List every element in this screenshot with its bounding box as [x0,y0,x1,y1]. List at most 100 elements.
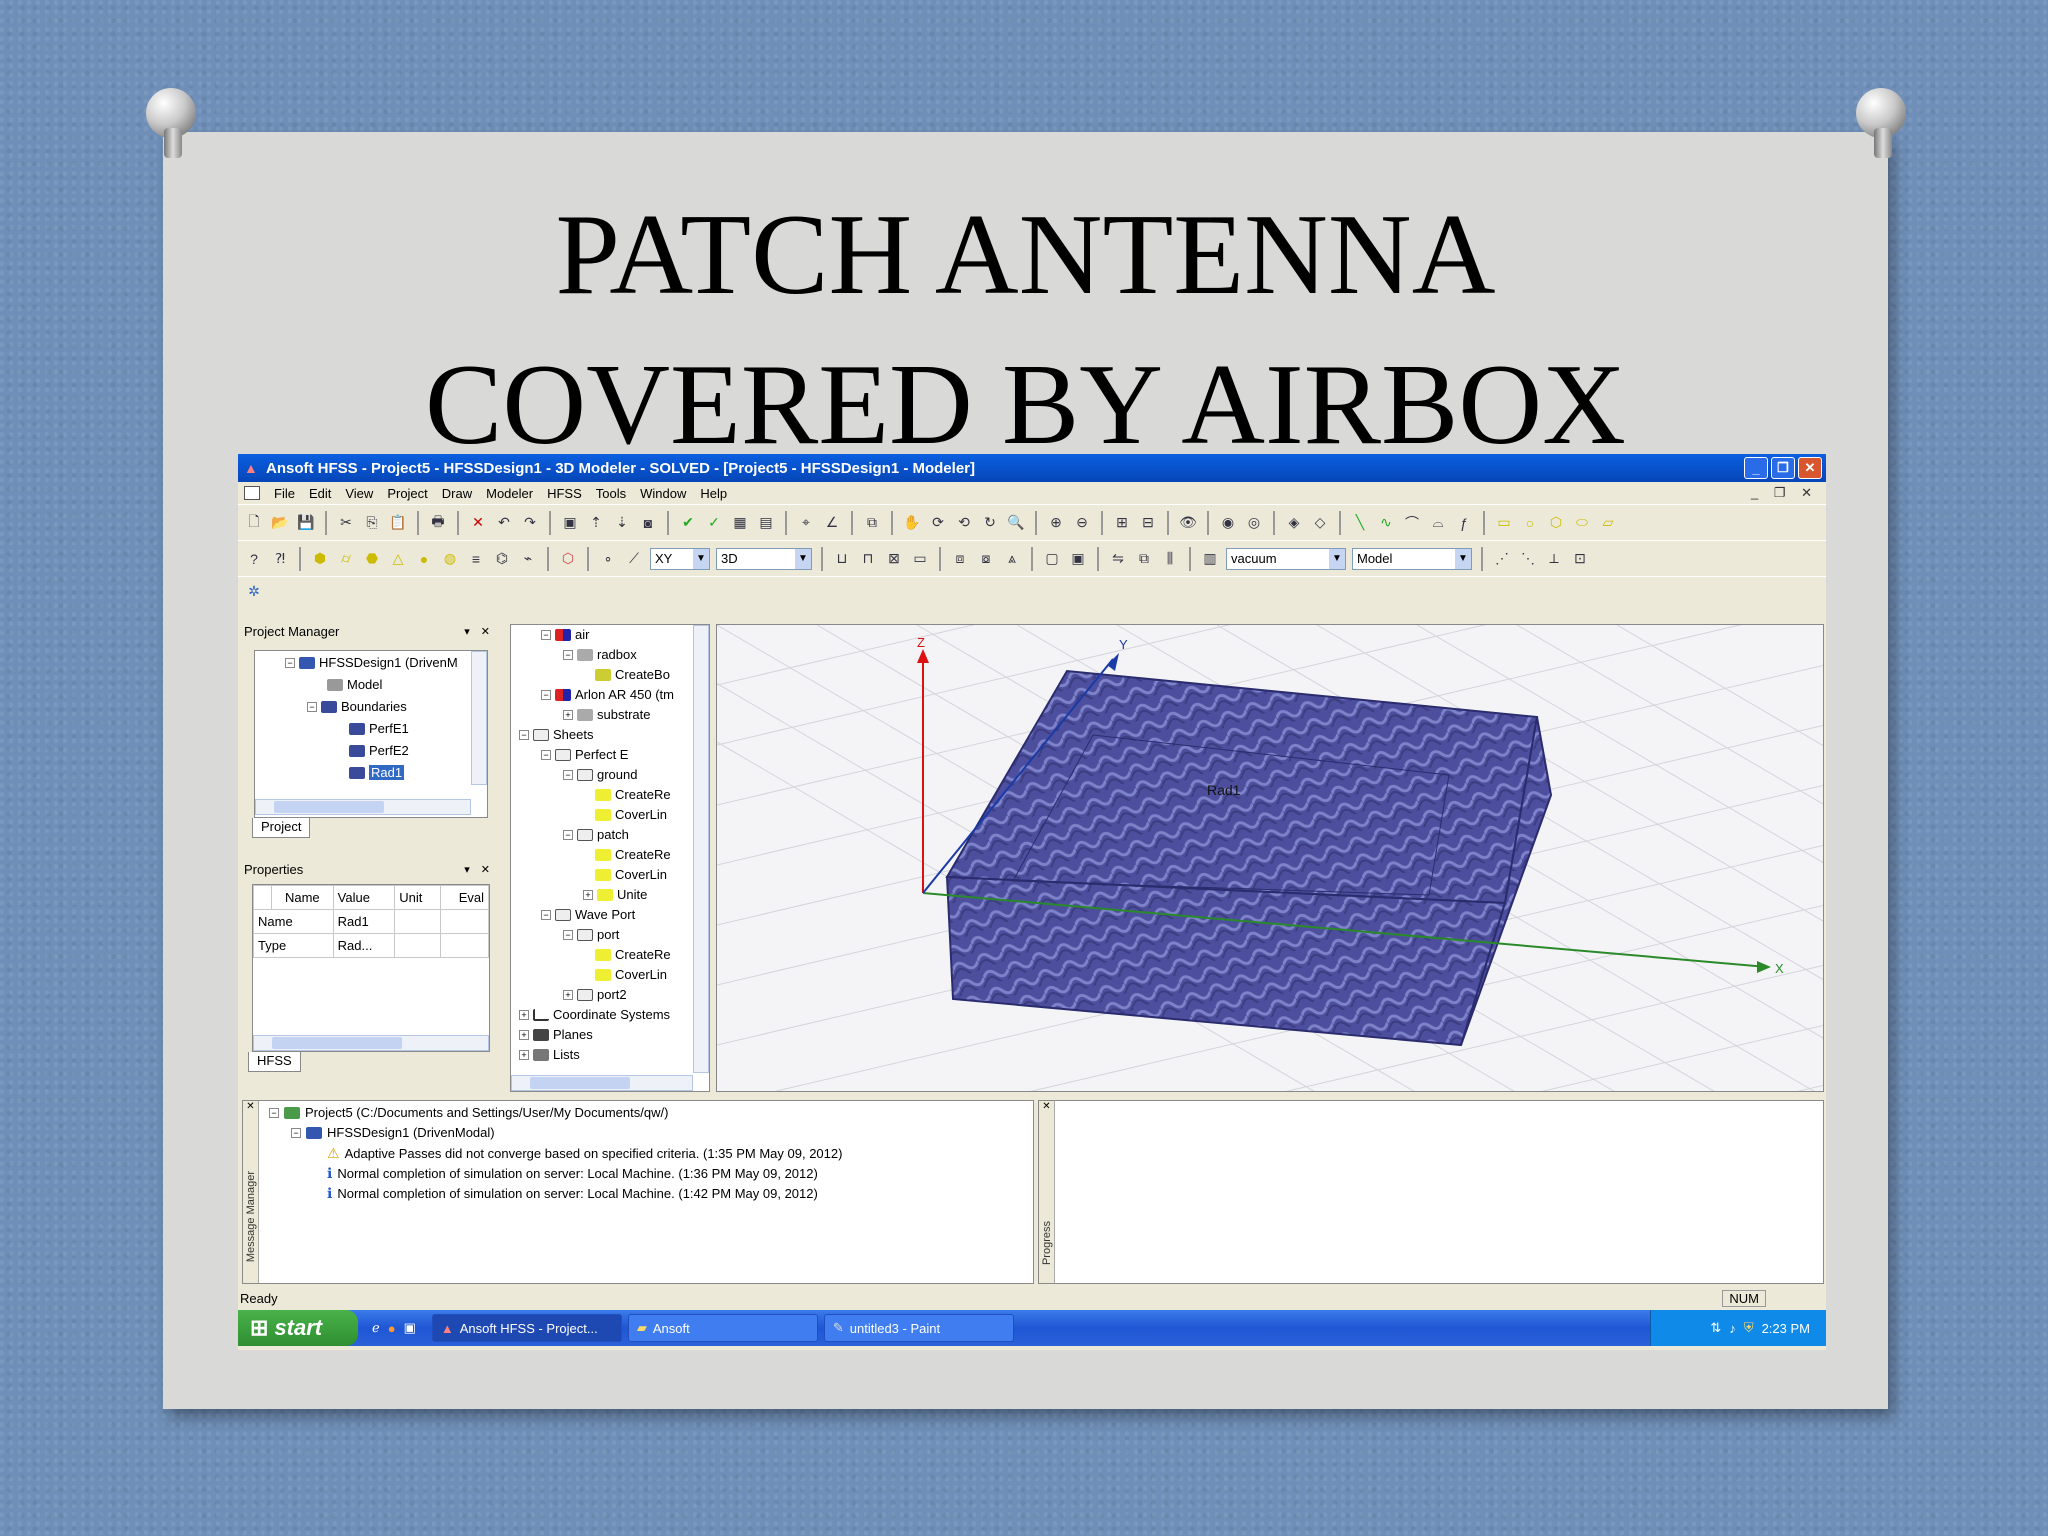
cover-lines-icon[interactable]: ▢ [1042,549,1062,569]
arc-2-icon[interactable]: ⌓ [1428,513,1448,533]
task-hfss[interactable]: ▲ Ansoft HFSS - Project... [431,1314,622,1342]
line-icon[interactable]: ╲ [1350,513,1370,533]
results-icon[interactable]: ▦ [730,513,750,533]
menu-draw[interactable]: Draw [442,486,472,501]
cylinder-icon[interactable]: ⌭ [336,549,356,569]
view-icon[interactable]: 👁 [1178,513,1198,533]
menu-hfss[interactable]: HFSS [547,486,582,501]
model-select[interactable]: Model ▼ [1352,547,1472,570]
maximize-button[interactable]: ❐ [1771,457,1795,479]
tree-item-design[interactable]: − HFSSDesign1 (DrivenM [285,655,458,670]
tree-item-lists[interactable]: + Lists [519,1047,580,1062]
sweep-icon[interactable]: ⧈ [950,549,970,569]
subtract-icon[interactable]: ⊓ [858,549,878,569]
thicken-icon[interactable]: ⩓ [1002,549,1022,569]
measure-icon[interactable]: ⌖ [796,513,816,533]
tree-item-model[interactable]: Model [327,677,382,692]
equation-icon[interactable]: ƒ [1454,513,1474,533]
show-icon[interactable]: ◉ [1218,513,1238,533]
zoom-icon[interactable]: 🔍 [1006,513,1026,533]
paste-icon[interactable]: 📋 [388,513,408,533]
network-icon[interactable]: ✲ [244,582,264,602]
menu-tools[interactable]: Tools [596,486,626,501]
tree-item-perfe2[interactable]: PerfE2 [349,743,409,758]
duplicate-icon[interactable]: ⧉ [1134,549,1154,569]
open-icon[interactable]: 📂 [270,513,290,533]
draw-plane-icon[interactable]: ▱ [1598,513,1618,533]
fit-icon[interactable]: ⧉ [862,513,882,533]
mirror-icon[interactable]: ⇋ [1108,549,1128,569]
circle-icon[interactable]: ○ [1520,513,1540,533]
tree-item-sheets[interactable]: − Sheets [519,727,593,742]
message-design[interactable]: − HFSSDesign1 (DrivenModal) [291,1125,495,1140]
tree-item-boundaries[interactable]: − Boundaries [307,699,407,714]
cover-faces-icon[interactable]: ▣ [1068,549,1088,569]
help-icon[interactable]: ? [244,549,264,569]
tree-item-radbox[interactable]: − radbox [563,647,637,662]
cut-icon[interactable]: ✂ [336,513,356,533]
close-icon[interactable]: ✕ [1039,1101,1054,1112]
tree-item-createrect[interactable]: CreateRe [595,847,671,862]
undo-icon[interactable]: ↶ [494,513,514,533]
tree-item-planes[interactable]: + Planes [519,1027,593,1042]
unite-icon[interactable]: ⊔ [832,549,852,569]
region-icon[interactable]: ⬡ [558,549,578,569]
start-button[interactable]: ⊞ start [238,1310,358,1346]
fit-all-icon[interactable]: ⊞ [1112,513,1132,533]
tree-item-createbox[interactable]: CreateBo [595,667,670,682]
box-icon[interactable]: ⬢ [310,549,330,569]
menu-modeler[interactable]: Modeler [486,486,533,501]
spline-icon[interactable]: ∿ [1376,513,1396,533]
tree-item-coverlines[interactable]: CoverLin [595,867,667,882]
tree-item-substrate[interactable]: + substrate [563,707,650,722]
save-icon[interactable]: 💾 [296,513,316,533]
tree-item-coverlines[interactable]: CoverLin [595,807,667,822]
split-icon[interactable]: ▭ [910,549,930,569]
rotate-2-icon[interactable]: ⟲ [954,513,974,533]
vertical-scrollbar[interactable] [471,651,487,785]
volume-tray-icon[interactable]: ♪ [1729,1321,1736,1336]
orbit-icon[interactable]: ↻ [980,513,1000,533]
message-project[interactable]: − Project5 (C:/Documents and Settings/Us… [269,1105,668,1120]
rectangle-icon[interactable]: ▭ [1494,513,1514,533]
ie-icon[interactable]: ℯ [372,1320,380,1336]
tree-item-arlon[interactable]: − Arlon AR 450 (tm [541,687,674,702]
tree-item-rad1[interactable]: Rad1 [349,765,405,780]
new-icon[interactable]: 🗋 [244,513,264,533]
3d-viewport[interactable]: Z Y X Rad1 [716,624,1824,1092]
hide-all-icon[interactable]: ◇ [1310,513,1330,533]
measure-2-icon[interactable]: ⊡ [1570,549,1590,569]
delete-icon[interactable]: ✕ [468,513,488,533]
tree-item-wave-port[interactable]: − Wave Port [541,907,635,922]
tree-item-unite[interactable]: + Unite [583,887,647,902]
window-titlebar[interactable]: ▲ Ansoft HFSS - Project5 - HFSSDesign1 -… [238,454,1826,482]
tree-item-patch[interactable]: − patch [563,827,629,842]
analyze-icon[interactable]: ✓ [704,513,724,533]
snap-icon[interactable]: ⋱ [1518,549,1538,569]
sweep-along-icon[interactable]: ⧇ [976,549,996,569]
tree-item-ground[interactable]: − ground [563,767,637,782]
intersect-icon[interactable]: ⊠ [884,549,904,569]
menu-view[interactable]: View [345,486,373,501]
grid-icon[interactable]: ⋰ [1492,549,1512,569]
modeler-canvas[interactable]: Z Y X Rad1 [717,625,1824,1092]
minimize-button[interactable]: _ [1744,457,1768,479]
helix-icon[interactable]: ≡ [466,549,486,569]
tree-item-createrect[interactable]: CreateRe [595,787,671,802]
horizontal-scrollbar[interactable] [255,799,471,815]
show-desktop-icon[interactable]: ▣ [404,1320,416,1336]
tree-item-port[interactable]: − port [563,927,619,942]
security-tray-icon[interactable]: ⛨ [1744,1320,1754,1336]
pan-icon[interactable]: ✋ [902,513,922,533]
close-icon[interactable]: ✕ [243,1101,258,1112]
table-row[interactable]: Name Rad1 [253,909,490,934]
pane-controls[interactable]: ▾ ✕ [464,863,498,876]
menu-file[interactable]: File [274,486,295,501]
tree-item-port2[interactable]: + port2 [563,987,627,1002]
hide-icon[interactable]: ◎ [1244,513,1264,533]
menu-project[interactable]: Project [387,486,427,501]
report-icon[interactable]: ▤ [756,513,776,533]
point-icon[interactable]: ∘ [598,549,618,569]
cone-icon[interactable]: △ [388,549,408,569]
ellipse-icon[interactable]: ⬭ [1572,513,1592,533]
